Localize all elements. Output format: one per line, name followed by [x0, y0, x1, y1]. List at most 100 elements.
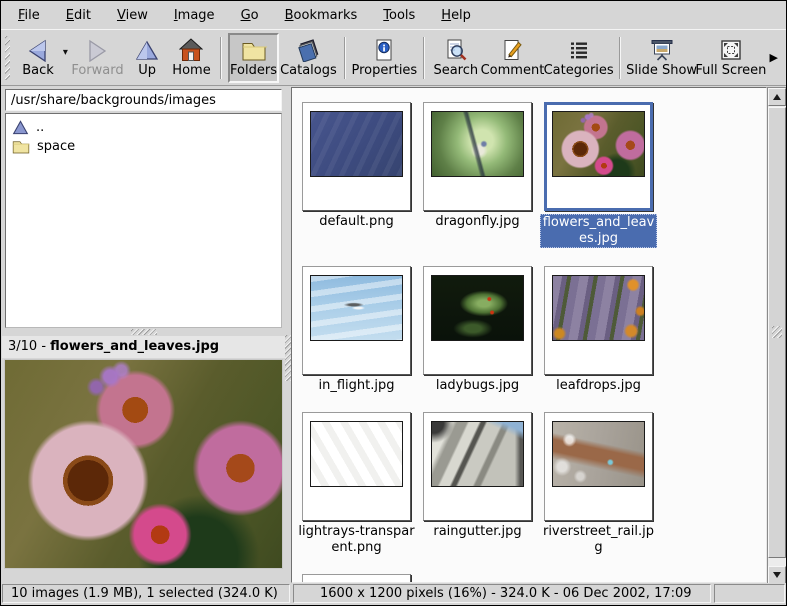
- folders-button-label: Folders: [230, 63, 277, 78]
- thumbnail-image: [310, 421, 403, 487]
- thumbnail-card: [423, 412, 532, 521]
- thumbnail-leafdrops-jpg[interactable]: leafdrops.jpg: [544, 266, 653, 394]
- thumbnail-card: [423, 266, 532, 375]
- preview-status-line: 3/10 - flowers_and_leaves.jpg: [2, 336, 285, 358]
- thumbnail-pane: default.png dragonfly.jpg flowers_and_le…: [291, 87, 767, 583]
- back-history-dropdown-icon[interactable]: ▾: [63, 47, 68, 58]
- folder-icon: [12, 139, 30, 154]
- back-button[interactable]: Back: [14, 33, 62, 83]
- up-button[interactable]: Up: [125, 33, 169, 83]
- menu-bookmarks[interactable]: Bookmarks: [276, 4, 367, 27]
- thumbnail-image: [431, 275, 524, 341]
- vertical-scrollbar[interactable]: [767, 87, 787, 585]
- thumbnail-partially-visible[interactable]: [302, 574, 411, 583]
- home-button[interactable]: Home: [169, 33, 214, 83]
- thumbnail-riverstreet-rail-jpg[interactable]: riverstreet_rail.jpg: [544, 412, 653, 556]
- thumbnail-image: [431, 421, 524, 487]
- home-icon: [179, 37, 203, 63]
- toolbar-separator: [220, 37, 222, 79]
- thumbnail-filename: ladybugs.jpg: [419, 378, 536, 394]
- thumbnail-card: [544, 102, 653, 211]
- back-button-label: Back: [22, 63, 54, 78]
- location-path-input[interactable]: [5, 89, 282, 111]
- up-arrow-icon: [135, 37, 159, 63]
- folders-button[interactable]: Folders: [228, 33, 279, 83]
- properties-button-label: Properties: [352, 63, 418, 78]
- book-icon: [296, 37, 320, 63]
- projection-screen-icon: [649, 37, 675, 63]
- splitter-grip: [131, 329, 157, 335]
- toolbar-overflow-arrow-icon[interactable]: ▶: [766, 49, 782, 66]
- folder-item-space[interactable]: space: [8, 137, 279, 156]
- up-button-label: Up: [138, 63, 156, 78]
- toolbar-separator: [619, 37, 621, 79]
- menu-edit[interactable]: Edit: [57, 4, 100, 27]
- search-document-icon: [444, 37, 468, 63]
- thumbnail-card: [544, 412, 653, 521]
- thumbnail-grid: default.png dragonfly.jpg flowers_and_le…: [292, 88, 766, 583]
- category-list-icon: [567, 37, 591, 63]
- thumbnail-flowers-and-leaves-jpg[interactable]: flowers_and_leaves.jpg: [544, 102, 653, 248]
- image-preview: [5, 360, 282, 568]
- thumbnail-image: [552, 275, 645, 341]
- search-button[interactable]: Search: [431, 33, 481, 83]
- thumbnail-filename: raingutter.jpg: [419, 524, 536, 540]
- parent-folder-up-triangle-icon: [12, 120, 29, 135]
- menu-file[interactable]: File: [9, 4, 49, 27]
- horizontal-pane-splitter[interactable]: [2, 328, 285, 336]
- properties-button[interactable]: Properties: [352, 33, 417, 83]
- thumbnail-default-png[interactable]: default.png: [302, 102, 411, 230]
- toolbar-drag-handle[interactable]: [5, 36, 10, 80]
- thumbnail-filename: flowers_and_leaves.jpg: [540, 214, 657, 248]
- scroll-up-arrow-icon: [773, 94, 781, 100]
- thumbnail-filename: default.png: [298, 214, 415, 230]
- catalogs-button[interactable]: Catalogs: [279, 33, 338, 83]
- menu-image[interactable]: Image: [165, 4, 224, 27]
- comment-button-label: Comment: [481, 63, 545, 78]
- status-bar: 10 images (1.9 MB), 1 selected (324.0 K)…: [1, 583, 786, 605]
- thumbnail-image: [310, 111, 403, 177]
- thumbnail-card: [423, 102, 532, 211]
- folder-list: .. space: [5, 113, 282, 328]
- thumbnail-lightrays-transparent-png[interactable]: lightrays-transparent.png: [302, 412, 411, 556]
- scrollbar-down-button[interactable]: [768, 566, 786, 584]
- search-button-label: Search: [433, 63, 478, 78]
- menu-view[interactable]: View: [108, 4, 157, 27]
- thumbnail-card: [302, 412, 411, 521]
- status-spare-section: [714, 584, 785, 603]
- folder-item-parent[interactable]: ..: [8, 118, 279, 137]
- scrollbar-thumb[interactable]: [768, 107, 786, 558]
- thumbnail-image: [310, 275, 403, 341]
- thumbnail-filename: dragonfly.jpg: [419, 214, 536, 230]
- scrollbar-up-button[interactable]: [768, 88, 786, 106]
- thumbnail-card: [302, 102, 411, 211]
- full-screen-button-label: Full Screen: [695, 63, 766, 78]
- thumbnail-filename: lightrays-transparent.png: [298, 524, 415, 556]
- menu-help[interactable]: Help: [432, 4, 480, 27]
- info-document-icon: [372, 37, 396, 63]
- menu-bar: File Edit View Image Go Bookmarks Tools …: [1, 1, 786, 29]
- thumbnail-filename: riverstreet_rail.jpg: [540, 524, 657, 556]
- thumbnail-raingutter-jpg[interactable]: raingutter.jpg: [423, 412, 532, 540]
- menu-go[interactable]: Go: [232, 4, 268, 27]
- forward-button[interactable]: Forward: [70, 33, 125, 83]
- thumbnail-image: [552, 421, 645, 487]
- slide-show-button-label: Slide Show: [626, 63, 697, 78]
- gthumb-window: File Edit View Image Go Bookmarks Tools …: [0, 0, 787, 606]
- categories-button[interactable]: Categories: [544, 33, 613, 83]
- slide-show-button[interactable]: Slide Show: [627, 33, 696, 83]
- comment-button[interactable]: Comment: [481, 33, 545, 83]
- thumbnail-in-flight-jpg[interactable]: in_flight.jpg: [302, 266, 411, 394]
- catalogs-button-label: Catalogs: [280, 63, 337, 78]
- thumbnail-dragonfly-jpg[interactable]: dragonfly.jpg: [423, 102, 532, 230]
- thumbnail-filename: leafdrops.jpg: [540, 378, 657, 394]
- thumbnail-ladybugs-jpg[interactable]: ladybugs.jpg: [423, 266, 532, 394]
- folder-icon: [241, 37, 267, 63]
- full-screen-button[interactable]: Full Screen: [696, 33, 765, 83]
- thumbnail-card: [302, 574, 411, 583]
- status-image-details: 1600 x 1200 pixels (16%) - 324.0 K - 06 …: [293, 584, 711, 603]
- menu-tools[interactable]: Tools: [374, 4, 424, 27]
- preview-filename: flowers_and_leaves.jpg: [50, 339, 219, 354]
- preview-position: 3/10 -: [8, 339, 50, 354]
- comment-document-icon: [500, 37, 524, 63]
